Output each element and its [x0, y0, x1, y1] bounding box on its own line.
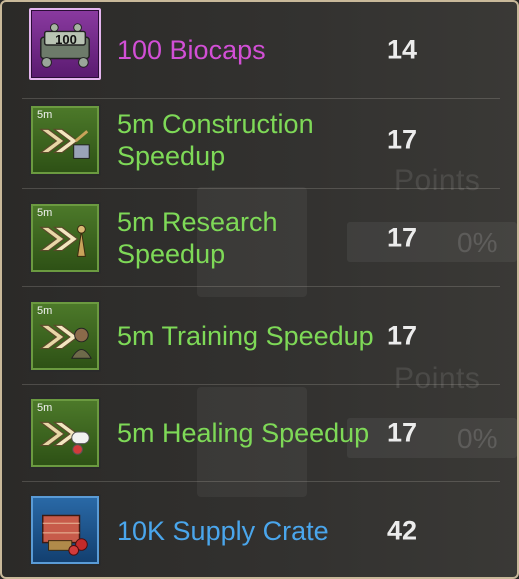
reward-row: 5m 5m Training Speedup 17: [22, 288, 500, 385]
reward-row: 10K Supply Crate 42: [22, 482, 500, 577]
reward-name: 100 Biocaps: [117, 35, 266, 65]
research-speedup-icon[interactable]: 5m: [29, 202, 101, 274]
biocaps-icon[interactable]: 100: [29, 8, 101, 80]
healing-speedup-icon[interactable]: 5m: [29, 397, 101, 469]
reward-points: 14: [387, 34, 418, 65]
reward-name: 5m Healing Speedup: [117, 418, 370, 448]
training-speedup-icon[interactable]: 5m: [29, 300, 101, 372]
reward-points: 17: [387, 320, 418, 351]
reward-row: 5m 5m Research Speedup 17: [22, 190, 500, 287]
reward-name: 5m Construction Speedup: [117, 109, 314, 171]
reward-name: 5m Research Speedup: [117, 207, 278, 269]
reward-row: 5m 5m Construction Speedup 17: [22, 92, 500, 189]
reward-points: 17: [387, 417, 418, 448]
supply-crate-icon[interactable]: [29, 494, 101, 566]
construction-speedup-icon[interactable]: 5m: [29, 104, 101, 176]
reward-points: 17: [387, 124, 418, 155]
reward-name: 10K Supply Crate: [117, 515, 329, 546]
reward-row: 100 100 Biocaps 14: [22, 2, 500, 99]
reward-points: 17: [387, 222, 418, 253]
reward-list-panel: Points 0% Points 0% 100 100 Biocaps 14 5…: [0, 0, 519, 579]
reward-row: 5m 5m Healing Speedup 17: [22, 385, 500, 482]
reward-name: 5m Training Speedup: [117, 321, 374, 351]
biocaps-icon-label: 100: [55, 32, 77, 47]
reward-points: 42: [387, 515, 418, 545]
